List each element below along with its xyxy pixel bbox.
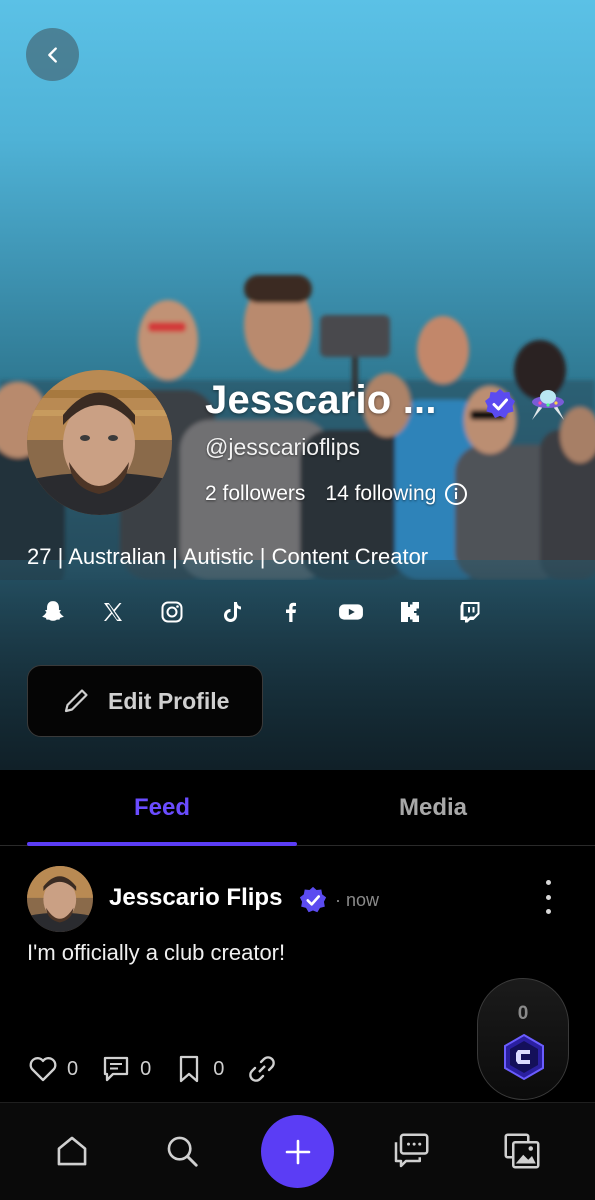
instagram-icon[interactable]: [157, 597, 187, 627]
info-icon[interactable]: [444, 482, 468, 506]
post-text: I'm officially a club creator!: [27, 940, 286, 965]
link-icon: [249, 1056, 276, 1082]
profile-bio: 27 | Australian | Autistic | Content Cre…: [27, 544, 429, 569]
club-coin-icon: [504, 1033, 544, 1081]
tiktok-icon[interactable]: [217, 597, 247, 627]
create-plus-icon: [285, 1139, 310, 1164]
kick-icon[interactable]: [395, 597, 425, 627]
tab-feed[interactable]: Feed: [27, 770, 297, 846]
back-button[interactable]: [26, 28, 79, 81]
follow-stats: 2 followers 14 following: [205, 482, 468, 506]
post-avatar-photo: [27, 866, 93, 932]
bookmark-count: 0: [213, 1057, 225, 1080]
chat-icon: [394, 1133, 429, 1168]
edit-profile-button[interactable]: Edit Profile: [27, 665, 263, 737]
twitch-icon[interactable]: [455, 597, 485, 627]
bottom-navigation: [0, 1102, 595, 1200]
comment-button[interactable]: 0: [100, 1053, 151, 1085]
comment-icon: [103, 1056, 129, 1082]
nav-search[interactable]: [162, 1131, 202, 1171]
tab-media[interactable]: Media: [297, 770, 569, 846]
gallery-icon: [504, 1133, 540, 1169]
chevron-left-icon: [47, 46, 57, 63]
home-icon: [57, 1136, 87, 1166]
share-link-button[interactable]: [246, 1053, 278, 1085]
like-button[interactable]: 0: [27, 1053, 78, 1085]
active-tab-indicator: [27, 842, 297, 846]
avatar-photo: [27, 370, 172, 515]
verified-badge-icon: [485, 389, 515, 418]
post-actions: 0 0 0: [27, 1053, 300, 1085]
social-links: [38, 597, 514, 627]
pencil-icon: [64, 689, 88, 713]
nav-gallery[interactable]: [502, 1131, 542, 1171]
profile-handle: @jesscarioflips: [205, 434, 361, 460]
search-icon: [167, 1136, 198, 1167]
profile-tabs: Feed Media: [0, 770, 595, 846]
following-count[interactable]: 14 following: [325, 482, 436, 506]
facebook-icon[interactable]: [276, 597, 306, 627]
ufo-badge-icon: [532, 390, 564, 420]
snapchat-icon[interactable]: [38, 597, 68, 627]
club-coin-button[interactable]: 0: [477, 978, 569, 1100]
nav-chat[interactable]: [391, 1131, 431, 1171]
followers-count[interactable]: 2 followers: [205, 482, 305, 506]
nav-create-button[interactable]: [261, 1115, 334, 1188]
verified-badge-icon: [299, 886, 327, 913]
bookmark-button[interactable]: 0: [173, 1053, 224, 1085]
youtube-icon[interactable]: [336, 597, 366, 627]
post-author-avatar[interactable]: [27, 866, 93, 932]
x-icon[interactable]: [98, 597, 128, 627]
profile-display-name: Jesscario ...: [205, 378, 437, 422]
bookmark-icon: [180, 1055, 199, 1083]
like-count: 0: [67, 1057, 79, 1080]
heart-icon: [29, 1057, 57, 1082]
profile-avatar[interactable]: [27, 370, 172, 515]
nav-home[interactable]: [52, 1131, 92, 1171]
comment-count: 0: [140, 1057, 152, 1080]
edit-profile-label: Edit Profile: [108, 687, 230, 714]
post-timestamp: · now: [335, 890, 380, 910]
more-options-icon[interactable]: [536, 880, 560, 914]
post-author-name[interactable]: Jesscario Flips: [109, 884, 282, 912]
coin-count: 0: [517, 1003, 529, 1024]
